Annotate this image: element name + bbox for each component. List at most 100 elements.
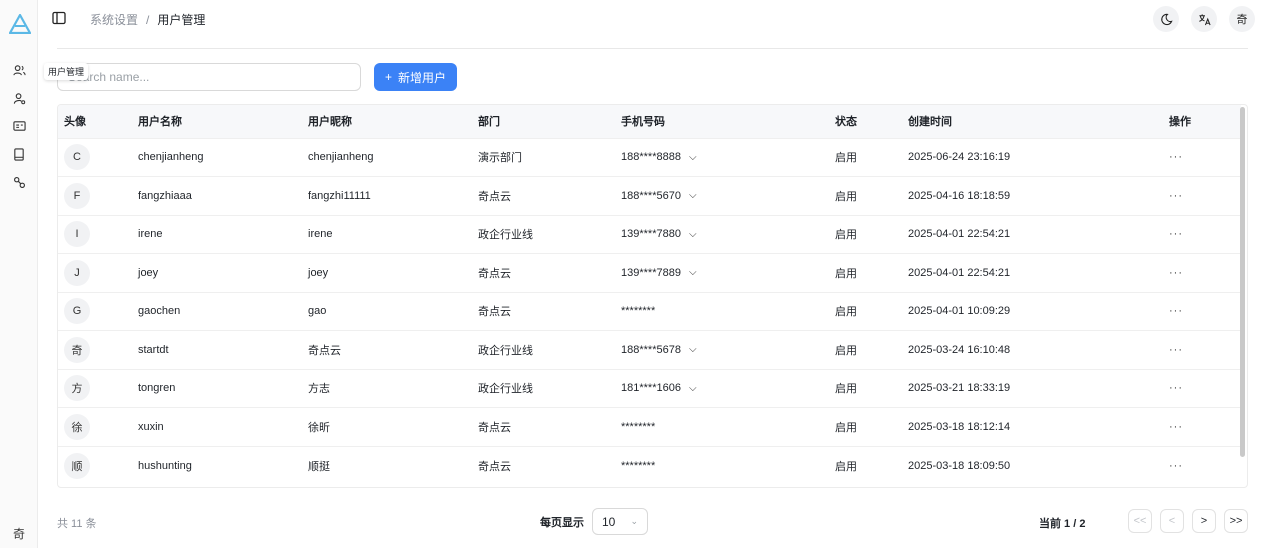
user-created: 2025-04-01 22:54:21 [908, 228, 1011, 241]
table-row: Jjoey joey 奇点云 139****7889 ⌵ 启用 2025-04-01 22:… [58, 253, 1241, 293]
top-actions: 奇 [1153, 6, 1255, 32]
more-actions-icon[interactable]: ··· [1169, 344, 1183, 356]
prev-page-button[interactable]: < [1160, 509, 1184, 533]
add-user-button[interactable]: + 新增用户 [374, 63, 457, 91]
user-name: fangzhiaaa [138, 189, 192, 202]
sidebar-item-users[interactable] [10, 61, 28, 79]
next-page-button[interactable]: > [1192, 509, 1216, 533]
eye-closed-icon[interactable]: ⌵ [689, 152, 697, 163]
user-phone: ******** [621, 459, 656, 472]
sidebar-item-user-settings[interactable] [10, 89, 28, 107]
user-phone: 181****1606 [621, 382, 681, 395]
more-actions-icon[interactable]: ··· [1169, 151, 1183, 163]
sidebar: 奇 [0, 0, 38, 548]
sidebar-toggle-icon[interactable] [52, 11, 66, 25]
user-department: 奇点云 [478, 306, 511, 319]
column-header: 用户名称 [138, 116, 182, 129]
page-size-select[interactable]: 10 ⌄ [592, 508, 648, 535]
phone-cell: 188****5670 ⌵ [621, 177, 835, 216]
avatar-cell: G [58, 292, 138, 331]
action-cell: ··· [1169, 254, 1241, 293]
user-department: 奇点云 [478, 190, 511, 203]
language-button[interactable] [1191, 6, 1217, 32]
action-cell: ··· [1169, 215, 1241, 254]
table-row: Iirene irene 政企行业线 139****7880 ⌵ 启用 2025-04-01… [58, 215, 1241, 254]
user-phone: ******** [621, 420, 656, 433]
more-actions-icon[interactable]: ··· [1169, 460, 1183, 472]
user-status: 启用 [835, 306, 857, 319]
user-phone: 188****5678 [621, 343, 681, 356]
theme-toggle-button[interactable] [1153, 6, 1179, 32]
more-actions-icon[interactable]: ··· [1169, 382, 1183, 394]
sidebar-user-avatar[interactable]: 奇 [10, 524, 28, 542]
user-name: hushunting [138, 459, 192, 472]
plus-icon: + [384, 70, 392, 84]
sidebar-item-book[interactable] [10, 145, 28, 163]
first-page-button[interactable]: << [1128, 509, 1152, 533]
action-cell: ··· [1169, 177, 1241, 216]
phone-cell: ******** [621, 292, 835, 331]
sidebar-item-link[interactable] [10, 173, 28, 191]
eye-closed-icon[interactable]: ⌵ [689, 190, 697, 201]
phone-cell: 181****1606 ⌵ [621, 369, 835, 408]
user-created: 2025-04-01 10:09:29 [908, 305, 1011, 318]
user-nickname: 顺挺 [308, 460, 330, 473]
eye-closed-icon[interactable]: ⌵ [689, 229, 697, 240]
user-status: 启用 [835, 267, 857, 280]
logo-icon[interactable] [9, 14, 31, 34]
breadcrumb-current: 用户管理 [157, 13, 206, 27]
last-page-button[interactable]: >> [1224, 509, 1248, 533]
table-scrollbar[interactable] [1240, 107, 1245, 457]
column-header: 操作 [1169, 116, 1191, 129]
more-actions-icon[interactable]: ··· [1169, 421, 1183, 433]
action-cell: ··· [1169, 369, 1241, 408]
link-icon [13, 176, 25, 188]
current-page: 当前 1 / 2 [1039, 518, 1086, 530]
header-divider [57, 48, 1248, 49]
user-nickname: 徐昕 [308, 421, 330, 434]
user-department: 政企行业线 [478, 229, 533, 242]
avatar-cell: F [58, 177, 138, 216]
user-created: 2025-04-01 22:54:21 [908, 266, 1011, 279]
more-actions-icon[interactable]: ··· [1169, 190, 1183, 202]
user-department: 政企行业线 [478, 344, 533, 357]
action-cell: ··· [1169, 331, 1241, 370]
sidebar-item-id-card[interactable] [10, 117, 28, 135]
search-input[interactable] [57, 63, 361, 91]
user-status: 启用 [835, 344, 857, 357]
more-actions-icon[interactable]: ··· [1169, 228, 1183, 240]
user-settings-icon [13, 92, 25, 104]
user-department: 奇点云 [478, 421, 511, 434]
breadcrumb: 系统设置 / 用户管理 [90, 11, 205, 28]
user-phone: 188****8888 [621, 151, 681, 164]
user-name: xuxin [138, 420, 164, 433]
table-row: 方 tongren 方志 政企行业线 181****1606 ⌵ 启用 2025-03-21 … [58, 369, 1241, 408]
eye-closed-icon[interactable]: ⌵ [689, 383, 697, 394]
user-nickname: irene [308, 228, 333, 241]
user-nickname: 方志 [308, 383, 330, 396]
user-created: 2025-03-21 18:33:19 [908, 382, 1011, 395]
eye-closed-icon[interactable]: ⌵ [689, 344, 697, 355]
action-cell: ··· [1169, 446, 1241, 485]
user-avatar-button[interactable]: 奇 [1229, 6, 1255, 32]
more-actions-icon[interactable]: ··· [1169, 267, 1183, 279]
user-department: 奇点云 [478, 267, 511, 280]
avatar: 徐 [64, 413, 90, 440]
book-icon [14, 147, 24, 161]
avatar-cell: 方 [58, 369, 138, 408]
table-row: Ggaochen gao 奇点云 ******** 启用 2025-04-01 10:09… [58, 292, 1241, 331]
breadcrumb-parent[interactable]: 系统设置 [90, 11, 138, 28]
user-name: tongren [138, 382, 176, 395]
user-name: joey [138, 266, 159, 279]
avatar-cell: 顺 [58, 446, 138, 485]
user-status: 启用 [835, 190, 857, 203]
avatar-cell: J [58, 254, 138, 293]
topbar: 系统设置 / 用户管理 奇 [38, 0, 1267, 38]
eye-closed-icon[interactable]: ⌵ [689, 267, 697, 278]
table-body: Cchenjianheng chenjianheng 演示部门 188****8888… [58, 138, 1241, 485]
table-row: 徐 xuxin 徐昕 奇点云 ******** 启用 2025-03-18 18:12:14… [58, 407, 1241, 447]
user-table: 头像 用户名称 用户昵称 部门 手机号码 状态 创建时间 操作 Cchenjianheng ch… [57, 104, 1248, 488]
table-row: Ffangzhiaaa fangzhi11111 奇点云 188****5670 ⌵ 启用… [58, 176, 1241, 216]
more-actions-icon[interactable]: ··· [1169, 305, 1183, 317]
action-cell: ··· [1169, 292, 1241, 331]
